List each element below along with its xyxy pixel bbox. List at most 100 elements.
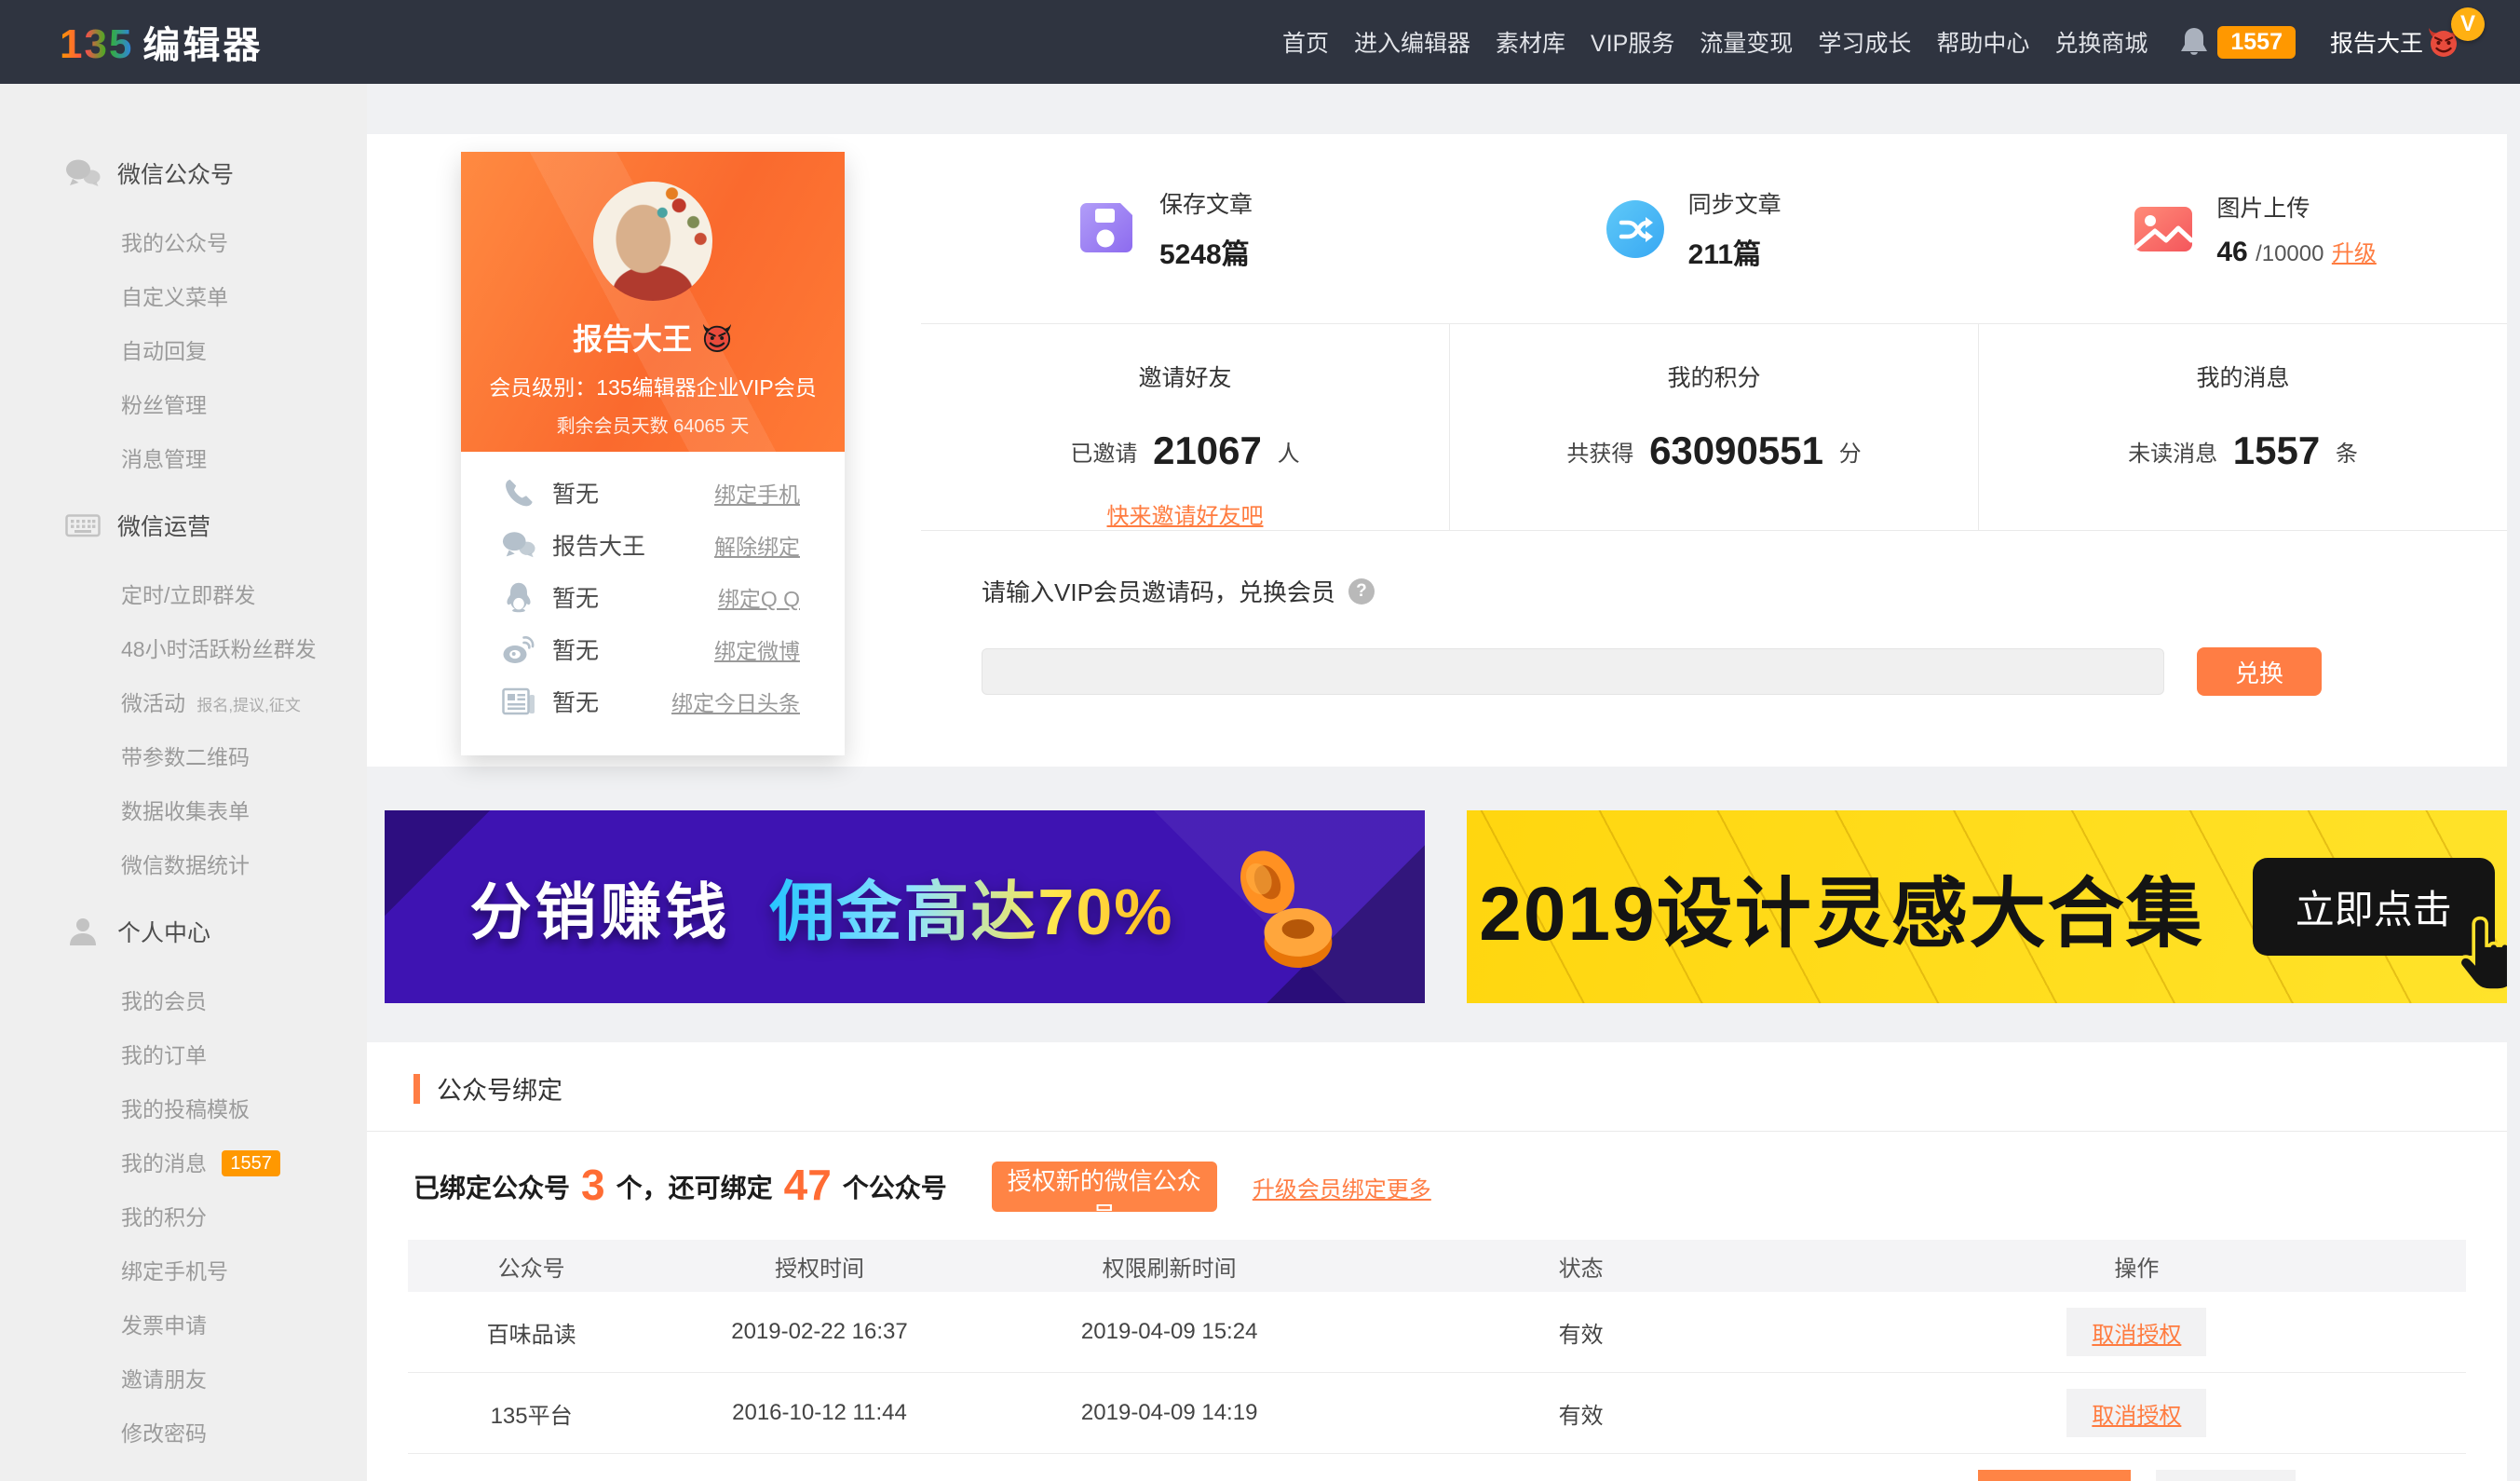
cancel-authorization-button[interactable]: 取消授权 xyxy=(2156,1470,2296,1481)
stat-label: 图片上传 xyxy=(2216,190,2376,224)
authorize-new-account-button[interactable]: 授权新的微信公众号 xyxy=(992,1162,1217,1212)
account-name: 135平台 xyxy=(408,1397,655,1430)
avatar xyxy=(593,182,712,301)
sidebar-section-title: 微信运营 xyxy=(117,509,210,542)
cancel-authorization-button[interactable]: 取消授权 xyxy=(2066,1389,2206,1437)
banner-text-highlight: 佣金高达70% xyxy=(769,860,1173,954)
top-navbar: 135 编辑器 首页 进入编辑器 素材库 VIP服务 流量变现 学习成长 帮助中… xyxy=(0,0,2520,84)
help-icon[interactable]: ? xyxy=(1348,578,1375,605)
column-header-account: 公众号 xyxy=(408,1250,655,1283)
sidebar-item-change-password[interactable]: 修改密码 xyxy=(0,1405,367,1459)
notifications[interactable]: 1557 xyxy=(2180,26,2296,59)
sidebar-item-fans-management[interactable]: 粉丝管理 xyxy=(0,376,367,430)
nav-item-traffic[interactable]: 流量变现 xyxy=(1700,25,1793,59)
sidebar: 微信公众号 我的公众号 自定义菜单 自动回复 粉丝管理 消息管理 微信运营 定时… xyxy=(0,84,367,1481)
qq-binding-value: 暂无 xyxy=(552,580,599,614)
my-points-block: 我的积分 共获得 63090551 分 xyxy=(1449,324,1979,530)
sidebar-section-title: 个人中心 xyxy=(117,915,210,948)
my-messages-block: 我的消息 未读消息 1557 条 xyxy=(1979,324,2507,530)
bind-phone-link[interactable]: 绑定手机 xyxy=(714,477,800,509)
sidebar-item-48h-active-fans[interactable]: 48小时活跃粉丝群发 xyxy=(0,620,367,674)
membership-level: 会员级别：135编辑器企业VIP会员 xyxy=(489,370,816,401)
official-account-binding-panel: 公众号绑定 已绑定公众号 3 个，还可绑定 47 个公众号 授权新的微信公众号 … xyxy=(367,1042,2507,1481)
nav-item-learning[interactable]: 学习成长 xyxy=(1818,25,1911,59)
nav-item-help-center[interactable]: 帮助中心 xyxy=(1936,25,2029,59)
sidebar-item-auto-reply[interactable]: 自动回复 xyxy=(0,322,367,376)
points-line: 共获得 63090551 分 xyxy=(1450,428,1978,473)
sidebar-item-my-official-account[interactable]: 我的公众号 xyxy=(0,214,367,268)
bell-icon xyxy=(2180,26,2208,58)
stat-synced-articles: 同步文章 211篇 xyxy=(1450,134,1979,323)
points-unit: 分 xyxy=(1839,442,1862,467)
bind-weibo-link[interactable]: 绑定微博 xyxy=(714,633,800,665)
upgrade-membership-link[interactable]: 升级会员绑定更多 xyxy=(1253,1171,1431,1203)
bind-toutiao-link[interactable]: 绑定今日头条 xyxy=(671,686,800,717)
banner-row: 分销赚钱 佣金高达70% 2019设计灵感大合集 立即点击 xyxy=(367,810,2507,1003)
sidebar-item-micro-activity[interactable]: 微活动 报名,提议,征文 xyxy=(0,674,367,728)
distribution-banner[interactable]: 分销赚钱 佣金高达70% xyxy=(385,810,1425,1003)
design-collection-banner[interactable]: 2019设计灵感大合集 立即点击 xyxy=(1467,810,2507,1003)
upgrade-link[interactable]: 升级 xyxy=(2332,241,2377,266)
unbind-wechat-link[interactable]: 解除绑定 xyxy=(714,529,800,561)
status-text: 使用时将自动刷新授权。 xyxy=(1355,1478,1808,1481)
user-menu[interactable]: 报告大王 V xyxy=(2330,0,2460,84)
stat-value: 5248篇 xyxy=(1159,231,1253,272)
sidebar-item-wechat-statistics[interactable]: 微信数据统计 xyxy=(0,836,367,890)
nav-item-material-library[interactable]: 素材库 xyxy=(1496,25,1565,59)
sidebar-item-scheduled-mass-send[interactable]: 定时/立即群发 xyxy=(0,566,367,620)
sidebar-item-parameter-qrcode[interactable]: 带参数二维码 xyxy=(0,728,367,782)
main-content: 报告大王 会员级别：135编辑器企业VIP会员 剩余会员天数 64065 天 xyxy=(367,84,2520,1481)
vip-badge: V xyxy=(2451,7,2485,41)
account-name: 135公开课 xyxy=(408,1478,655,1481)
sidebar-item-my-membership[interactable]: 我的会员 xyxy=(0,972,367,1026)
stat-label: 同步文章 xyxy=(1688,186,1782,220)
nav-item-enter-editor[interactable]: 进入编辑器 xyxy=(1354,25,1470,59)
sidebar-item-custom-menu[interactable]: 自定义菜单 xyxy=(0,268,367,322)
sidebar-section-wechat-operation[interactable]: 微信运营 xyxy=(0,484,367,566)
notification-count-badge[interactable]: 1557 xyxy=(2217,26,2296,59)
sidebar-section-personal-center[interactable]: 个人中心 xyxy=(0,890,367,972)
cancel-authorization-button[interactable]: 取消授权 xyxy=(2066,1308,2206,1356)
sync-icon xyxy=(1606,200,1664,258)
table-header: 公众号 授权时间 权限刷新时间 状态 操作 xyxy=(408,1240,2466,1292)
micro-activity-label: 微活动 xyxy=(121,691,185,715)
logo-number: 135 xyxy=(60,21,133,68)
redeem-button[interactable]: 兑换 xyxy=(2197,647,2322,696)
devil-emoji-icon xyxy=(701,322,733,352)
sidebar-item-my-orders[interactable]: 我的订单 xyxy=(0,1026,367,1080)
page: 135 编辑器 首页 进入编辑器 素材库 VIP服务 流量变现 学习成长 帮助中… xyxy=(0,0,2520,1481)
cancel-authorization-label: 取消授权 xyxy=(2092,1316,2181,1349)
wechat-icon xyxy=(502,529,535,561)
stat-label: 保存文章 xyxy=(1159,186,1253,220)
app-logo[interactable]: 135 编辑器 xyxy=(60,15,263,69)
manual-refresh-button[interactable]: 手动刷新 xyxy=(1978,1470,2131,1481)
sidebar-item-my-templates[interactable]: 我的投稿模板 xyxy=(0,1080,367,1135)
sidebar-section-editor-settings[interactable]: 编辑器设置 xyxy=(0,1459,367,1481)
invited-count-line: 已邀请 21067 人 xyxy=(921,428,1449,473)
unread-count: 1557 xyxy=(2233,428,2320,472)
invite-friends-link[interactable]: 快来邀请好友吧 xyxy=(1107,497,1264,530)
vip-code-input[interactable] xyxy=(982,648,2164,695)
sidebar-item-invite-friends[interactable]: 邀请朋友 xyxy=(0,1351,367,1405)
bind-qq-link[interactable]: 绑定Q Q xyxy=(718,581,800,613)
navbar-menu: 首页 进入编辑器 素材库 VIP服务 流量变现 学习成长 帮助中心 兑换商城 1… xyxy=(1282,0,2460,84)
user-icon xyxy=(65,916,101,947)
sidebar-item-my-messages[interactable]: 我的消息 1557 xyxy=(0,1135,367,1189)
sidebar-item-invoice-request[interactable]: 发票申请 xyxy=(0,1297,367,1351)
title-accent-bar xyxy=(413,1074,420,1104)
sidebar-item-message-management[interactable]: 消息管理 xyxy=(0,430,367,484)
sidebar-item-bind-phone[interactable]: 绑定手机号 xyxy=(0,1243,367,1297)
points-count: 63090551 xyxy=(1649,428,1823,472)
sidebar-section-wechat-official[interactable]: 微信公众号 xyxy=(0,132,367,214)
sidebar-section-title: 微信公众号 xyxy=(117,156,234,190)
toutiao-icon xyxy=(502,686,535,717)
sidebar-item-my-points[interactable]: 我的积分 xyxy=(0,1189,367,1243)
nav-item-vip-service[interactable]: VIP服务 xyxy=(1591,25,1674,59)
stat-saved-articles: 保存文章 5248篇 xyxy=(921,134,1450,323)
keyboard-icon xyxy=(65,510,101,541)
nav-item-home[interactable]: 首页 xyxy=(1282,25,1329,59)
sidebar-item-data-collection-form[interactable]: 数据收集表单 xyxy=(0,782,367,836)
nav-item-exchange-mall[interactable]: 兑换商城 xyxy=(2054,25,2147,59)
banner-cta-button[interactable]: 立即点击 xyxy=(2253,858,2495,956)
weibo-icon xyxy=(502,633,535,665)
